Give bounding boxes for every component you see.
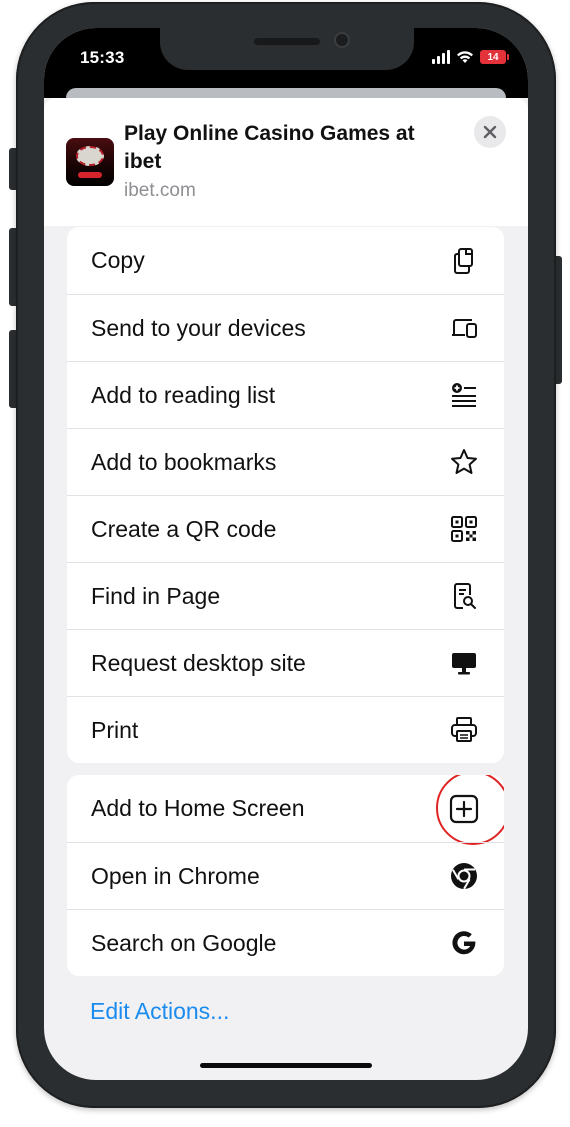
action-find-in-page[interactable]: Find in Page (67, 562, 504, 629)
chrome-icon (448, 860, 480, 892)
wifi-icon (457, 51, 473, 63)
action-label: Print (91, 716, 139, 743)
speaker-grille (254, 38, 320, 45)
edit-actions-link[interactable]: Edit Actions... (90, 998, 229, 1025)
app-actions-group: Add to Home Screen Open in Chrome Search… (67, 775, 504, 976)
front-camera (334, 32, 350, 48)
reading-list-icon (448, 379, 480, 411)
action-label: Add to Home Screen (91, 795, 305, 821)
action-search-on-google[interactable]: Search on Google (67, 909, 504, 976)
home-indicator[interactable] (200, 1063, 372, 1068)
phone-screen: 15:33 14 Play Online Casino Games at ibe… (44, 28, 528, 1080)
action-label: Add to bookmarks (91, 448, 277, 475)
notch (160, 28, 414, 70)
action-copy[interactable]: Copy (67, 227, 504, 294)
action-request-desktop-site[interactable]: Request desktop site (67, 629, 504, 696)
devices-icon (448, 312, 480, 344)
print-icon (448, 714, 480, 746)
action-open-in-chrome[interactable]: Open in Chrome (67, 842, 504, 909)
action-send-to-devices[interactable]: Send to your devices (67, 294, 504, 361)
copy-icon (448, 245, 480, 277)
site-url: ibet.com (124, 180, 196, 201)
close-button[interactable] (474, 116, 506, 148)
share-sheet-header: Play Online Casino Games at ibet ibet.co… (44, 98, 528, 226)
share-actions-group: Copy Send to your devices Add to reading… (67, 227, 504, 763)
battery-level: 14 (487, 51, 499, 63)
action-label: Request desktop site (91, 649, 306, 676)
find-in-page-icon (448, 580, 480, 612)
qr-code-icon (448, 513, 480, 545)
action-label: Find in Page (91, 582, 221, 609)
action-label: Create a QR code (91, 515, 277, 542)
action-add-to-bookmarks[interactable]: Add to bookmarks (67, 428, 504, 495)
status-time: 15:33 (80, 48, 125, 67)
star-icon (448, 446, 480, 478)
battery-icon: 14 (480, 50, 509, 64)
status-icons: 14 (432, 50, 509, 64)
action-label: Copy (91, 247, 145, 273)
action-add-to-reading-list[interactable]: Add to reading list (67, 361, 504, 428)
google-icon (448, 927, 480, 959)
cellular-signal-icon (432, 50, 450, 64)
action-print[interactable]: Print (67, 696, 504, 763)
close-icon (483, 125, 497, 139)
desktop-icon (448, 647, 480, 679)
action-add-to-home-screen[interactable]: Add to Home Screen (67, 775, 504, 845)
action-label: Search on Google (91, 929, 277, 956)
action-label: Open in Chrome (91, 862, 260, 889)
action-label: Add to reading list (91, 381, 276, 408)
action-create-qr-code[interactable]: Create a QR code (67, 495, 504, 562)
action-label: Send to your devices (91, 314, 306, 341)
site-title: Play Online Casino Games at ibet (124, 122, 415, 173)
add-square-icon (448, 793, 480, 825)
site-thumbnail (66, 138, 114, 186)
